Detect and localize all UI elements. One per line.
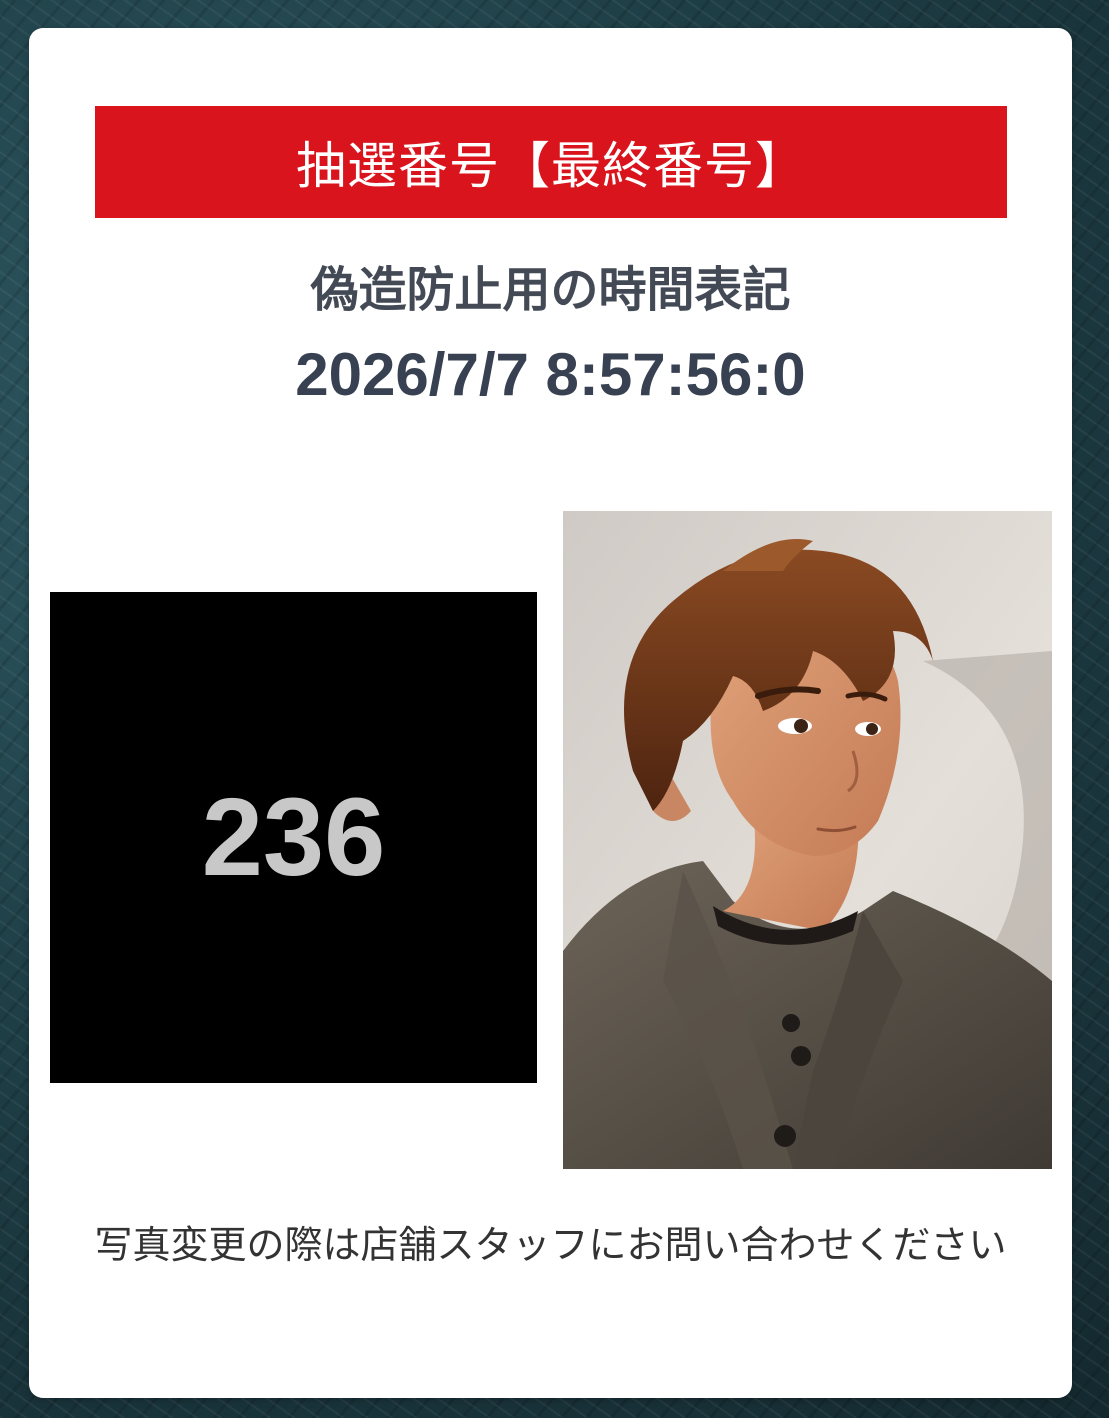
anti-forgery-timestamp: 2026/7/7 8:57:56:0 bbox=[295, 341, 806, 408]
banner-title: 抽選番号【最終番号】 bbox=[296, 137, 806, 195]
photo-change-notice: 写真変更の際は店舗スタッフにお問い合わせください bbox=[94, 1223, 1007, 1267]
profile-photo bbox=[563, 511, 1052, 1169]
lottery-number-box: 236 bbox=[50, 592, 537, 1083]
lottery-card: 抽選番号【最終番号】 偽造防止用の時間表記 2026/7/7 8:57:56:0… bbox=[29, 28, 1072, 1398]
lottery-number: 236 bbox=[201, 776, 386, 899]
portrait-icon bbox=[563, 511, 1052, 1169]
lottery-banner: 抽選番号【最終番号】 bbox=[95, 106, 1007, 218]
anti-forgery-label: 偽造防止用の時間表記 bbox=[310, 262, 791, 318]
